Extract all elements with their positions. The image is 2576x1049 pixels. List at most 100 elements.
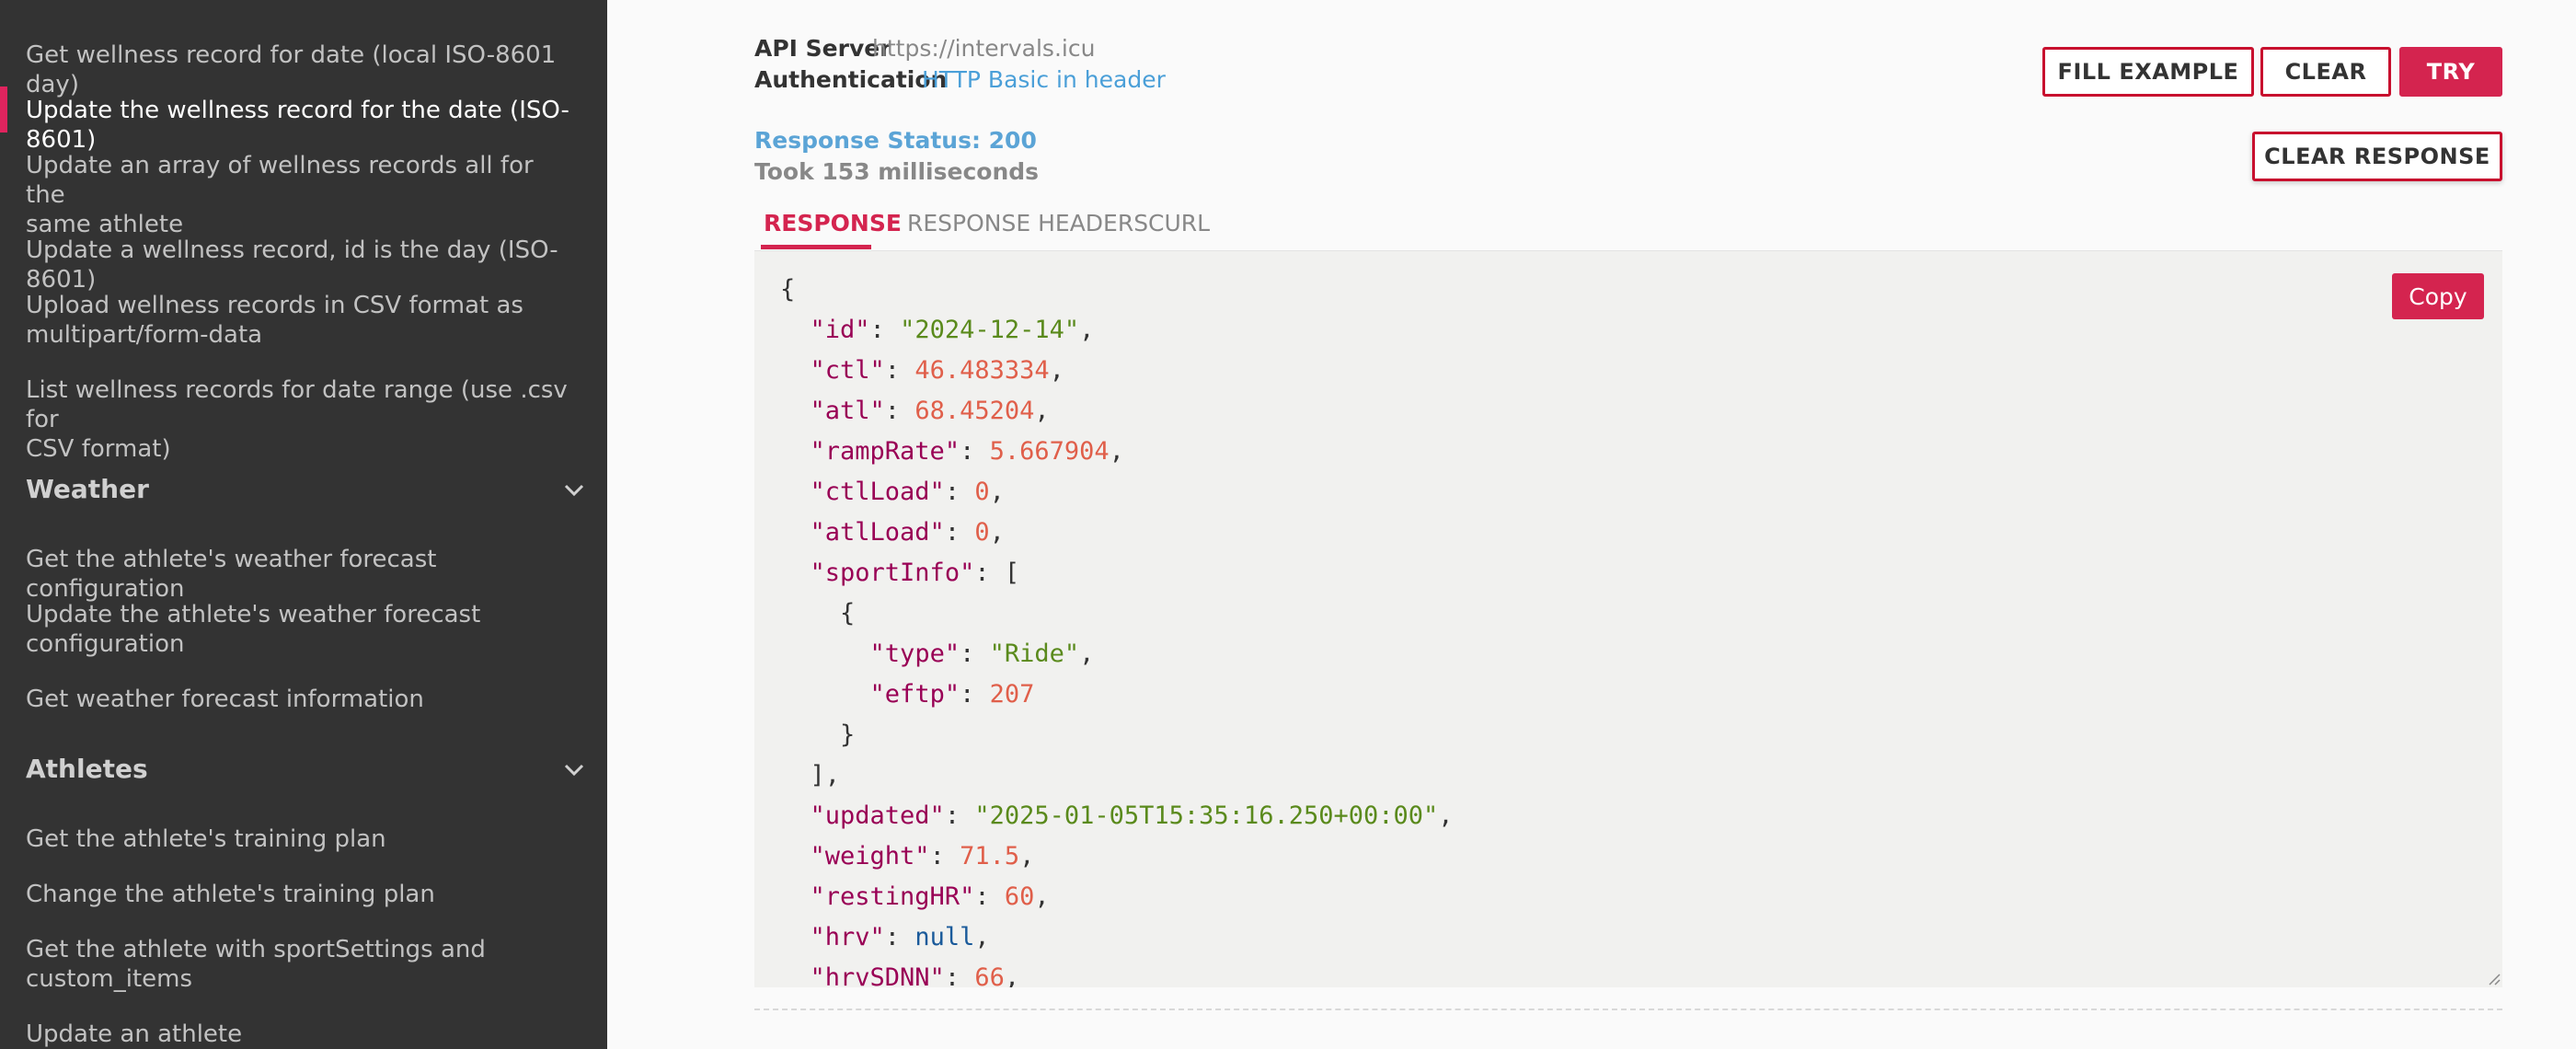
tab-response-headers[interactable]: RESPONSE HEADERS bbox=[907, 210, 1148, 236]
sidebar-item-update-wellness-array[interactable]: Update an array of wellness records all … bbox=[26, 151, 578, 239]
copy-button[interactable]: Copy bbox=[2392, 273, 2484, 319]
sidebar-item-label-line2: custom_items bbox=[26, 965, 193, 993]
code-token: "ctl" bbox=[810, 356, 885, 385]
code-line: "rampRate": 5.667904, bbox=[780, 432, 1454, 472]
sidebar-section-athletes[interactable]: Athletes bbox=[26, 753, 587, 786]
code-token: "ctlLoad" bbox=[810, 478, 945, 506]
sidebar-item-get-weather-forecast[interactable]: Get weather forecast information bbox=[26, 685, 578, 714]
authentication-label: Authentication bbox=[754, 66, 948, 93]
code-token: : bbox=[960, 640, 990, 668]
code-token: , bbox=[1079, 640, 1095, 668]
clear-response-button[interactable]: CLEAR RESPONSE bbox=[2252, 132, 2502, 181]
sidebar-item-change-training-plan[interactable]: Change the athlete's training plan bbox=[26, 880, 578, 909]
chevron-down-icon bbox=[564, 764, 584, 777]
code-token: : bbox=[944, 963, 975, 987]
code-token: { bbox=[780, 275, 796, 304]
code-token: , bbox=[1019, 842, 1035, 870]
tab-response[interactable]: RESPONSE bbox=[764, 210, 902, 236]
code-token: : bbox=[944, 518, 975, 547]
code-token: : bbox=[960, 680, 990, 709]
code-token: "hrv" bbox=[810, 923, 885, 951]
code-token: , bbox=[1004, 963, 1020, 987]
sidebar-item-label-line2: multipart/form-data bbox=[26, 321, 263, 349]
code-token: 66 bbox=[974, 963, 1005, 987]
code-token: , bbox=[1034, 397, 1050, 425]
code-line: "ctl": 46.483334, bbox=[780, 351, 1454, 391]
code-token: "weight" bbox=[810, 842, 930, 870]
code-line: "atl": 68.45204, bbox=[780, 391, 1454, 432]
sidebar-item-update-wellness-record[interactable]: Update the wellness record for the date … bbox=[26, 96, 578, 155]
code-token: 68.45204 bbox=[914, 397, 1035, 425]
code-token: 207 bbox=[989, 680, 1035, 709]
section-divider bbox=[754, 1009, 2502, 1010]
response-body[interactable]: { "id": "2024-12-14", "ctl": 46.483334, … bbox=[754, 251, 2502, 987]
resize-handle-icon[interactable] bbox=[2486, 971, 2501, 986]
code-token: 0 bbox=[974, 518, 990, 547]
sidebar-item-get-weather-config[interactable]: Get the athlete's weather forecast confi… bbox=[26, 545, 578, 604]
sidebar-item-list-wellness-records[interactable]: List wellness records for date range (us… bbox=[26, 375, 578, 464]
code-token: , bbox=[1049, 356, 1064, 385]
sidebar-item-label-line2: CSV format) bbox=[26, 435, 171, 463]
code-line: { bbox=[780, 270, 1454, 310]
sidebar-item-label-line1: Get the athlete with sportSettings and bbox=[26, 936, 486, 963]
sidebar-section-weather[interactable]: Weather bbox=[26, 473, 587, 506]
code-token: "eftp" bbox=[869, 680, 960, 709]
code-token: "2024-12-14" bbox=[900, 316, 1080, 344]
sidebar-item-get-wellness-record[interactable]: Get wellness record for date (local ISO-… bbox=[26, 40, 578, 99]
api-server-value: https://intervals.icu bbox=[872, 35, 1096, 62]
code-token: "atlLoad" bbox=[810, 518, 945, 547]
code-token: "id" bbox=[810, 316, 870, 344]
sidebar-section-label: Athletes bbox=[26, 754, 148, 784]
code-token: "updated" bbox=[810, 801, 945, 830]
sidebar-item-update-athlete[interactable]: Update an athlete bbox=[26, 1020, 578, 1049]
fill-example-button[interactable]: FILL EXAMPLE bbox=[2042, 47, 2254, 97]
sidebar-item-get-athlete-sport-settings[interactable]: Get the athlete with sportSettings and c… bbox=[26, 935, 578, 994]
sidebar-item-label-line1: Upload wellness records in CSV format as bbox=[26, 292, 523, 319]
code-line: { bbox=[780, 594, 1454, 634]
code-token: : bbox=[960, 437, 990, 466]
code-token: , bbox=[974, 923, 990, 951]
response-json: { "id": "2024-12-14", "ctl": 46.483334, … bbox=[780, 270, 1454, 987]
code-line: "restingHR": 60, bbox=[780, 877, 1454, 917]
code-token: "atl" bbox=[810, 397, 885, 425]
clear-button[interactable]: CLEAR bbox=[2260, 47, 2391, 97]
main-panel: API Server https://intervals.icu Authent… bbox=[607, 0, 2576, 1049]
try-button[interactable]: TRY bbox=[2399, 47, 2502, 97]
code-token: { bbox=[780, 599, 856, 628]
code-token: : bbox=[974, 882, 1005, 911]
code-token: : [ bbox=[974, 559, 1020, 587]
code-token: , bbox=[1438, 801, 1454, 830]
response-time: Took 153 milliseconds bbox=[754, 158, 1040, 185]
code-line: "atlLoad": 0, bbox=[780, 513, 1454, 553]
code-line: "id": "2024-12-14", bbox=[780, 310, 1454, 351]
tab-curl[interactable]: CURL bbox=[1148, 210, 1210, 236]
authentication-link[interactable]: HTTP Basic in header bbox=[922, 66, 1166, 93]
code-token: "restingHR" bbox=[810, 882, 975, 911]
sidebar-item-label-line2: configuration bbox=[26, 630, 185, 658]
code-token: "rampRate" bbox=[810, 437, 960, 466]
code-line: "hrvSDNN": 66, bbox=[780, 958, 1454, 987]
code-token: null bbox=[914, 923, 975, 951]
sidebar-item-get-training-plan[interactable]: Get the athlete's training plan bbox=[26, 824, 578, 854]
code-line: ], bbox=[780, 755, 1454, 796]
code-token: : bbox=[869, 316, 901, 344]
code-token: : bbox=[944, 801, 975, 830]
chevron-down-icon bbox=[564, 484, 584, 497]
sidebar-item-update-weather-config[interactable]: Update the athlete's weather forecast co… bbox=[26, 600, 578, 659]
code-line: "ctlLoad": 0, bbox=[780, 472, 1454, 513]
sidebar-section-label: Weather bbox=[26, 474, 149, 504]
code-token: : bbox=[884, 397, 915, 425]
code-token: } bbox=[780, 720, 856, 749]
sidebar-item-update-wellness-by-id[interactable]: Update a wellness record, id is the day … bbox=[26, 236, 578, 294]
code-token: 5.667904 bbox=[989, 437, 1110, 466]
sidebar-item-upload-wellness-csv[interactable]: Upload wellness records in CSV format as… bbox=[26, 291, 578, 350]
sidebar: Get wellness record for date (local ISO-… bbox=[0, 0, 607, 1049]
code-token: 60 bbox=[1004, 882, 1035, 911]
